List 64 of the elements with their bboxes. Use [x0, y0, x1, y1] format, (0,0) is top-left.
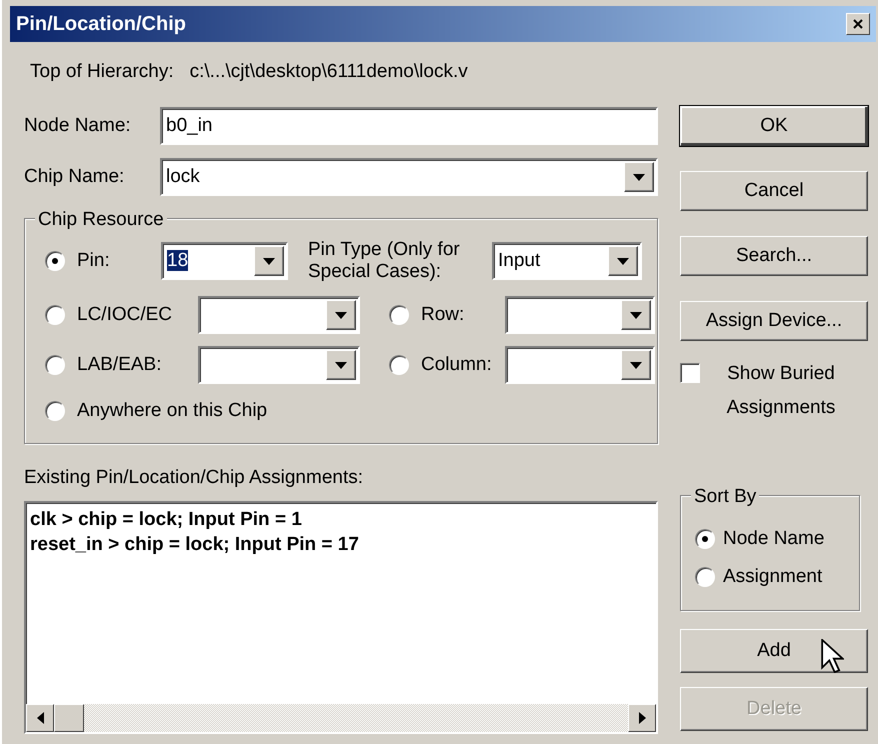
list-label: Existing Pin/Location/Chip Assignments: — [24, 466, 364, 490]
radio-button[interactable] — [389, 355, 409, 375]
field-label: Chip Name: — [24, 164, 126, 189]
option-label: Node Name — [723, 526, 824, 551]
option-label: LC/IOC/EC — [77, 302, 174, 327]
mouse-pointer-icon — [820, 639, 844, 673]
horizontal-scrollbar[interactable] — [26, 704, 656, 732]
scroll-right-button[interactable] — [628, 704, 656, 732]
dropdown-field[interactable] — [198, 346, 360, 384]
checkbox-label: Show Buried Assignments — [726, 362, 836, 420]
dropdown-field[interactable]: lock — [160, 158, 658, 196]
field-label: Node Name: — [24, 114, 132, 138]
radio-button[interactable] — [45, 305, 65, 325]
close-button[interactable] — [846, 13, 870, 35]
caret-icon — [630, 312, 642, 318]
left-arrow-icon — [36, 712, 44, 724]
dialog-button[interactable]: Assign Device... — [680, 301, 868, 341]
dropdown-field[interactable] — [505, 346, 655, 384]
list-box[interactable]: clk > chip = lock; Input Pin = 1 reset_in > chip = lock; Input Pin = 17 — [24, 500, 658, 734]
dropdown-button[interactable] — [254, 246, 284, 276]
radio-button[interactable] — [45, 355, 65, 375]
scroll-thumb[interactable] — [54, 704, 84, 732]
radio-button[interactable] — [695, 567, 715, 587]
node-name-field[interactable]: b0_in — [160, 107, 658, 145]
dropdown-button[interactable] — [326, 350, 356, 380]
dialog-button[interactable]: Search... — [680, 236, 868, 276]
window-title: Pin/Location/Chip — [16, 12, 186, 37]
dialog-button[interactable]: Cancel — [680, 171, 868, 211]
dropdown-field[interactable]: Input — [492, 242, 642, 280]
list-item[interactable]: clk > chip = lock; Input Pin = 1 — [30, 506, 652, 532]
caret-icon — [335, 312, 347, 318]
option-label: Anywhere on this Chip — [77, 398, 268, 423]
option-label: Row: — [421, 302, 466, 327]
caret-icon — [263, 258, 275, 264]
option-label: Pin: — [77, 248, 111, 273]
caret-icon — [633, 174, 645, 180]
dialog-button[interactable]: Add — [680, 629, 868, 673]
dropdown-field[interactable] — [505, 296, 655, 334]
dropdown-button[interactable] — [621, 300, 651, 330]
list-item[interactable]: reset_in > chip = lock; Input Pin = 17 — [30, 532, 652, 556]
caret-icon — [335, 362, 347, 368]
dropdown-button[interactable] — [608, 246, 638, 276]
hierarchy-label: Top of Hierarchy: — [30, 60, 174, 82]
dropdown-field[interactable]: 18 — [161, 242, 288, 280]
option-label: Column: — [421, 352, 493, 377]
dropdown-field[interactable] — [198, 296, 360, 334]
caret-icon — [617, 258, 629, 264]
dropdown-button[interactable] — [621, 350, 651, 380]
dropdown-button[interactable] — [326, 300, 356, 330]
checkbox[interactable] — [680, 363, 700, 383]
radio-button[interactable] — [695, 529, 715, 549]
option-label: Pin Type (Only for Special Cases): — [308, 239, 461, 283]
radio-button[interactable] — [389, 305, 409, 325]
option-label: Assignment — [723, 564, 822, 589]
hierarchy-path: c:\...\cjt\desktop\6111demo\lock.v — [190, 60, 468, 82]
radio-button[interactable] — [45, 401, 65, 421]
dialog-button[interactable]: OK — [680, 106, 868, 146]
close-icon — [853, 19, 863, 29]
option-label: LAB/EAB: — [77, 352, 162, 377]
radio-button[interactable] — [45, 251, 65, 271]
right-arrow-icon — [638, 712, 646, 724]
scroll-left-button[interactable] — [26, 704, 54, 732]
caret-icon — [630, 362, 642, 368]
dropdown-button[interactable] — [624, 162, 654, 192]
